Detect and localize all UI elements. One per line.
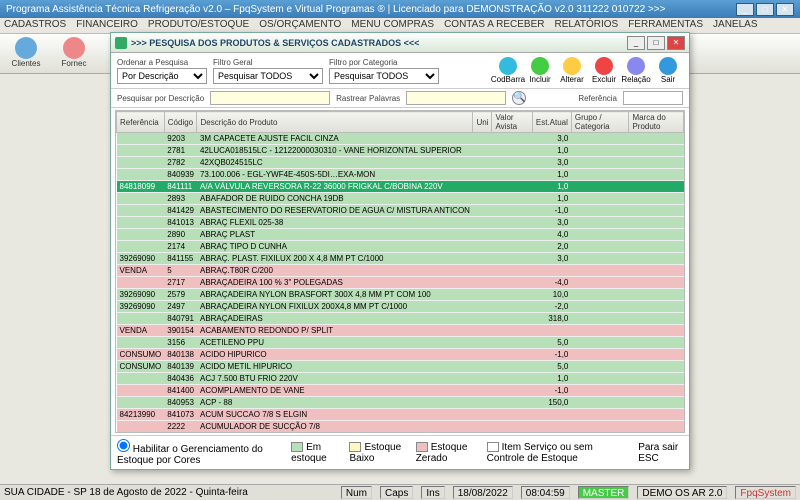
order-group: Ordenar a Pesquisa Por Descrição (117, 58, 207, 84)
column-header[interactable]: Grupo / Categoria (571, 112, 629, 133)
toolbar-fornec[interactable]: Fornec (52, 35, 96, 73)
color-management-radio[interactable]: Habilitar o Gerenciamento do Estoque por… (117, 439, 281, 466)
table-row[interactable]: 2174ABRAÇ TIPO D CUNHA2,0 (117, 241, 684, 253)
category-select[interactable]: Pesquisar TODOS (329, 68, 439, 84)
status-brand: FpqSystem (735, 486, 796, 499)
modal-titlebar: >>> PESQUISA DOS PRODUTOS & SERVIÇOS CAD… (111, 33, 689, 53)
menu-item[interactable]: FERRAMENTAS (628, 19, 703, 32)
ref-input[interactable] (623, 91, 683, 105)
menu-item[interactable]: MENU COMPRAS (351, 19, 434, 32)
x-icon (595, 57, 613, 75)
table-row[interactable]: 2717ABRAÇADEIRA 100 % 3" POLEGADAS-4,0 (117, 277, 684, 289)
menu-item[interactable]: CONTAS A RECEBER (444, 19, 544, 32)
column-header[interactable]: Descrição do Produto (197, 112, 473, 133)
barcode-button[interactable]: CodBarra (493, 57, 523, 84)
menu-item[interactable]: OS/ORÇAMENTO (259, 19, 341, 32)
clients-icon (15, 37, 37, 59)
maximize-icon[interactable]: □ (756, 3, 774, 16)
status-demo: DEMO OS AR 2.0 (637, 486, 727, 499)
numlock-indicator: Num (341, 486, 372, 499)
filter-select[interactable]: Pesquisar TODOS (213, 68, 323, 84)
menu-item[interactable]: PRODUTO/ESTOQUE (148, 19, 249, 32)
toolbar-clientes[interactable]: Clientes (4, 35, 48, 73)
search-icon[interactable]: 🔍 (512, 91, 526, 105)
status-date: 18/08/2022 (453, 486, 513, 499)
pencil-icon (563, 57, 581, 75)
table-row[interactable]: 3156ACETILENO PPU5,0 (117, 337, 684, 349)
edit-button[interactable]: Alterar (557, 57, 587, 84)
table-row[interactable]: 841407ADAPTADOR ROSCA SOLDA 1"-5,0 (117, 433, 684, 434)
search-desc-input[interactable] (210, 91, 330, 105)
swatch-yellow (349, 442, 361, 452)
swatch-pink (416, 442, 428, 452)
column-header[interactable]: Referência (117, 112, 165, 133)
table-row[interactable]: 2222ACUMULADOR DE SUCÇÃO 7/8 (117, 421, 684, 433)
supplier-icon (63, 37, 85, 59)
table-row[interactable]: CONSUMO840139ACIDO METIL HIPURICO5,0 (117, 361, 684, 373)
product-grid[interactable]: ReferênciaCódigoDescrição do ProdutoUniV… (115, 110, 685, 433)
menu-item[interactable]: JANELAS (713, 19, 757, 32)
table-row[interactable]: 392690902497ABRAÇADEIRA NYLON FIXILUX 20… (117, 301, 684, 313)
close-icon[interactable]: ✕ (776, 3, 794, 16)
table-row[interactable]: 84093973.100.006 - EGL-YWF4E-450S-5DI…EX… (117, 169, 684, 181)
insert-indicator: Ins (421, 486, 444, 499)
status-date-long: SUA CIDADE - SP 18 de Agosto de 2022 - Q… (4, 487, 248, 498)
table-row[interactable]: 392690902579ABRAÇADEIRA NYLON BRASFORT 3… (117, 289, 684, 301)
legend: Habilitar o Gerenciamento do Estoque por… (111, 435, 689, 469)
status-master: MASTER (578, 486, 630, 499)
menu-item[interactable]: RELATÓRIOS (554, 19, 618, 32)
exit-button[interactable]: Sair (653, 57, 683, 84)
table-row[interactable]: CONSUMO840138ACIDO HIPURICO-1,0 (117, 349, 684, 361)
table-row[interactable]: 840436ACJ 7.500 BTU FRIO 220V1,0 (117, 373, 684, 385)
table-row[interactable]: 841429ABASTECIMENTO DO RESERVATORIO DE A… (117, 205, 684, 217)
modal-close-icon[interactable]: ✕ (667, 36, 685, 50)
table-row[interactable]: 841013ABRAÇ FLEXIL 025-383,0 (117, 217, 684, 229)
barcode-icon (499, 57, 517, 75)
column-header[interactable]: Est.Atual (532, 112, 571, 133)
search-words-input[interactable] (406, 91, 506, 105)
capslock-indicator: Caps (380, 486, 413, 499)
table-row[interactable]: 39269090841155ABRAÇ. PLAST. FIXILUX 200 … (117, 253, 684, 265)
table-row[interactable]: 2890ABRAÇ PLAST4,0 (117, 229, 684, 241)
menu-item[interactable]: FINANCEIRO (76, 19, 138, 32)
modal-title-text: >>> PESQUISA DOS PRODUTOS & SERVIÇOS CAD… (131, 38, 419, 48)
minimize-icon[interactable]: _ (736, 3, 754, 16)
table-row[interactable]: 84818099841111A/A VÁLVULA REVERSORA R-22… (117, 181, 684, 193)
column-header[interactable]: Uni (473, 112, 492, 133)
table-row[interactable]: 84213990841073ACUM SUCCAO 7/8 S ELGIN (117, 409, 684, 421)
modal-maximize-icon[interactable]: □ (647, 36, 665, 50)
table-row[interactable]: 92033M CAPACETE AJUSTE FACIL CINZA3,0 (117, 133, 684, 145)
table-row[interactable]: 840791ABRAÇADEIRAS318,0 (117, 313, 684, 325)
plus-icon (531, 57, 549, 75)
add-button[interactable]: Incluir (525, 57, 555, 84)
column-header[interactable]: Código (164, 112, 197, 133)
menu-item[interactable]: CADASTROS (4, 19, 66, 32)
category-group: Filtro por Categoria Pesquisar TODOS (329, 58, 439, 84)
table-row[interactable]: 278242XQB024515LC3,0 (117, 157, 684, 169)
table-row[interactable]: VENDA5ABRAÇ.T80R C/200 (117, 265, 684, 277)
chevron-icon (115, 37, 127, 49)
search-modal: >>> PESQUISA DOS PRODUTOS & SERVIÇOS CAD… (110, 32, 690, 470)
modal-actions: CodBarra Incluir Alterar Excluir Relação… (493, 57, 683, 84)
swatch-white (487, 442, 499, 452)
order-select[interactable]: Por Descrição (117, 68, 207, 84)
main-titlebar: Programa Assistência Técnica Refrigeraçã… (0, 0, 800, 18)
statusbar: SUA CIDADE - SP 18 de Agosto de 2022 - Q… (0, 484, 800, 500)
filter-group: Filtro Geral Pesquisar TODOS (213, 58, 323, 84)
column-header[interactable]: Valor Avista (492, 112, 532, 133)
list-icon (627, 57, 645, 75)
delete-button[interactable]: Excluir (589, 57, 619, 84)
table-row[interactable]: VENDA390154ACABAMENTO REDONDO P/ SPLIT (117, 325, 684, 337)
status-time: 08:04:59 (521, 486, 570, 499)
arrow-icon (659, 57, 677, 75)
swatch-green (291, 442, 303, 452)
report-button[interactable]: Relação (621, 57, 651, 84)
table-row[interactable]: 840953ACP - 88150,0 (117, 397, 684, 409)
table-row[interactable]: 278142LUCA018515LC - 12122000030310 - VA… (117, 145, 684, 157)
table-row[interactable]: 2893ABAFADOR DE RUIDO CONCHA 19DB1,0 (117, 193, 684, 205)
modal-minimize-icon[interactable]: _ (627, 36, 645, 50)
column-header[interactable]: Marca do Produto (629, 112, 684, 133)
table-row[interactable]: 841400ACOMPLAMENTO DE VANE-1,0 (117, 385, 684, 397)
app-title: Programa Assistência Técnica Refrigeraçã… (6, 4, 665, 15)
